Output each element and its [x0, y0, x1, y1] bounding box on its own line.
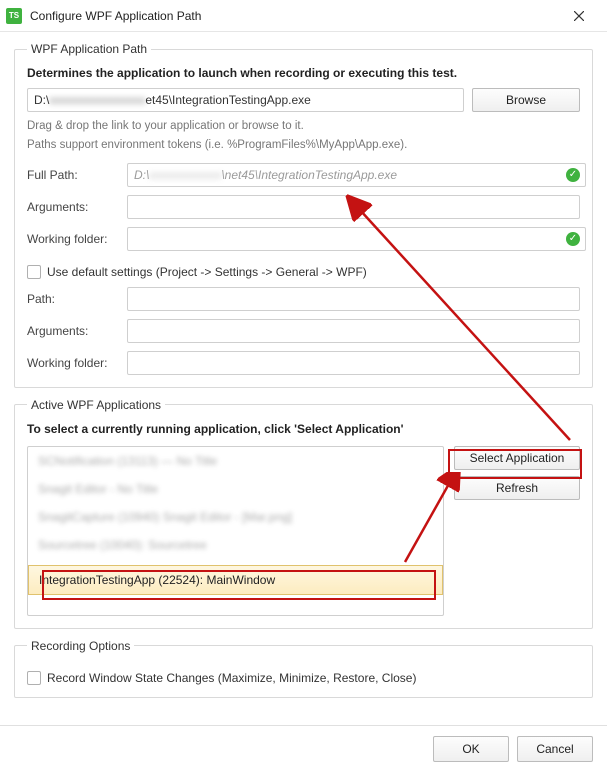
arguments-label: Arguments: — [27, 200, 127, 214]
list-item[interactable]: Sourcetree (10040): Sourcetree — [28, 531, 443, 559]
default-arguments-label: Arguments: — [27, 324, 127, 338]
ok-button[interactable]: OK — [433, 736, 509, 762]
app-list[interactable]: SCNotification (13113) — No Title Snagit… — [27, 446, 444, 616]
app-path-redacted: xxxxxxxxxxxxxxxx — [49, 93, 145, 107]
refresh-button[interactable]: Refresh — [454, 476, 580, 500]
app-path-suffix: et45\IntegrationTestingApp.exe — [145, 93, 310, 107]
helper-tokens: Paths support environment tokens (i.e. %… — [27, 137, 580, 154]
use-default-checkbox[interactable] — [27, 265, 41, 279]
list-item[interactable]: Snagit Editor - No Title — [28, 475, 443, 503]
window-title: Configure WPF Application Path — [30, 9, 559, 23]
group-recording-legend: Recording Options — [27, 639, 134, 653]
record-window-state-checkbox[interactable] — [27, 671, 41, 685]
group-active-legend: Active WPF Applications — [27, 398, 165, 412]
default-working-label: Working folder: — [27, 356, 127, 370]
dialog-footer: OK Cancel — [0, 725, 607, 771]
record-window-state-label: Record Window State Changes (Maximize, M… — [47, 671, 416, 685]
app-path-prefix: D:\ — [34, 93, 49, 107]
titlebar: TS Configure WPF Application Path — [0, 0, 607, 32]
working-folder-label: Working folder: — [27, 232, 127, 246]
list-item-selected[interactable]: IntegrationTestingApp (22524): MainWindo… — [28, 565, 443, 595]
list-item[interactable]: SnagitCapture (10940) Snagit Editor - [M… — [28, 503, 443, 531]
group-recording-options: Recording Options Record Window State Ch… — [14, 639, 593, 698]
close-icon — [574, 11, 584, 21]
app-icon: TS — [6, 8, 22, 24]
annotation-arrow — [395, 472, 465, 572]
full-path-label: Full Path: — [27, 168, 127, 182]
app-path-input[interactable]: D:\ xxxxxxxxxxxxxxxx et45\IntegrationTes… — [27, 88, 464, 112]
cancel-button[interactable]: Cancel — [517, 736, 593, 762]
browse-button[interactable]: Browse — [472, 88, 580, 112]
default-path-label: Path: — [27, 292, 127, 306]
path-description: Determines the application to launch whe… — [27, 66, 580, 80]
group-wpf-path-legend: WPF Application Path — [27, 42, 151, 56]
use-default-label: Use default settings (Project -> Setting… — [47, 265, 367, 279]
close-button[interactable] — [559, 2, 599, 30]
helper-dragdrop: Drag & drop the link to your application… — [27, 118, 580, 135]
annotation-arrow — [340, 180, 600, 460]
